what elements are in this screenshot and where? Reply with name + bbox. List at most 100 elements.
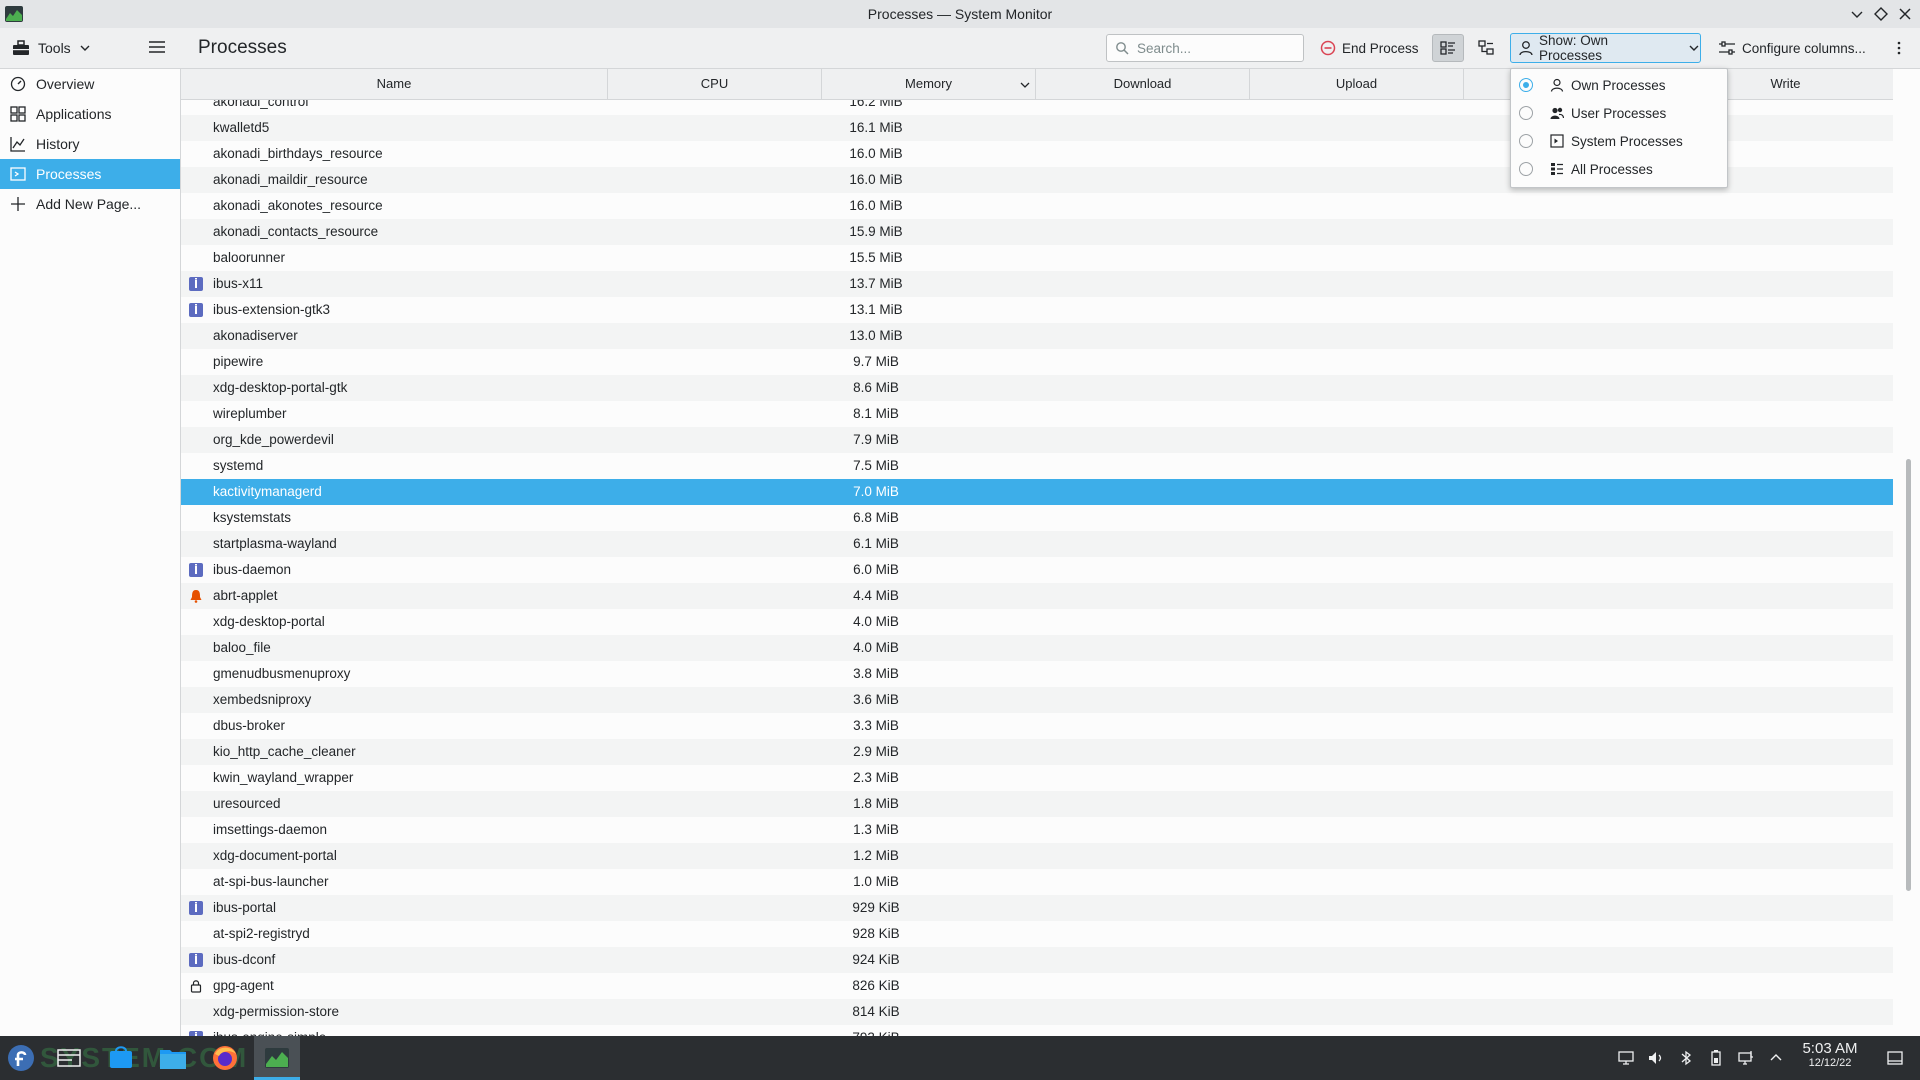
menu-item-all-processes[interactable]: All Processes (1511, 155, 1727, 183)
display-icon[interactable] (1617, 1049, 1635, 1067)
table-row[interactable]: xdg-document-portal 1.2 MiB (181, 843, 1893, 869)
table-row[interactable]: wireplumber 8.1 MiB (181, 401, 1893, 427)
sidebar-item-history[interactable]: History (0, 129, 180, 159)
table-row[interactable]: uresourced 1.8 MiB (181, 791, 1893, 817)
table-row[interactable]: abrt-applet 4.4 MiB (181, 583, 1893, 609)
firefox-icon[interactable] (208, 1042, 242, 1074)
table-row[interactable]: at-spi2-registryd 928 KiB (181, 921, 1893, 947)
table-row[interactable]: ibus-x11 13.7 MiB (181, 271, 1893, 297)
maximize-icon[interactable] (1872, 5, 1890, 23)
list-view-button[interactable] (1432, 34, 1464, 62)
menu-item-label: Own Processes (1571, 77, 1666, 93)
table-row[interactable]: xembedsniproxy 3.6 MiB (181, 687, 1893, 713)
process-name: ibus-engine-simple (213, 1025, 326, 1036)
process-memory: 3.8 MiB (853, 666, 899, 681)
bluetooth-icon[interactable] (1677, 1049, 1695, 1067)
end-process-button[interactable]: End Process (1314, 34, 1425, 62)
configure-columns-button[interactable]: Configure columns... (1712, 34, 1872, 62)
table-row[interactable]: ibus-dconf 924 KiB (181, 947, 1893, 973)
table-row[interactable]: xdg-desktop-portal-gtk 8.6 MiB (181, 375, 1893, 401)
show-desktop-icon[interactable] (1886, 1049, 1904, 1067)
tree-view-button[interactable] (1470, 34, 1502, 62)
table-row[interactable]: ibus-daemon 6.0 MiB (181, 557, 1893, 583)
table-row[interactable]: systemd 7.5 MiB (181, 453, 1893, 479)
process-name: at-spi2-registryd (213, 926, 310, 941)
table-row[interactable]: imsettings-daemon 1.3 MiB (181, 817, 1893, 843)
vertical-scrollbar[interactable] (1902, 69, 1916, 1036)
column-header-upload[interactable]: Upload (1250, 69, 1464, 99)
clock[interactable]: 5:03 AM 12/12/22 (1790, 1040, 1870, 1069)
table-row[interactable]: pipewire 9.7 MiB (181, 349, 1893, 375)
menu-item-label: User Processes (1571, 105, 1667, 121)
table-row[interactable]: at-spi-bus-launcher 1.0 MiB (181, 869, 1893, 895)
process-rows: akonadi_control 16.2 MiB kwalletd5 16.1 MiB… (181, 89, 1893, 1036)
column-header-download[interactable]: Download (1036, 69, 1250, 99)
table-row[interactable]: ibus-engine-simple 793 KiB (181, 1025, 1893, 1036)
minimize-icon[interactable] (1848, 5, 1866, 23)
column-header-cpu[interactable]: CPU (608, 69, 822, 99)
radio-unchecked[interactable] (1519, 106, 1533, 120)
table-row[interactable]: gmenudbusmenuproxy 3.8 MiB (181, 661, 1893, 687)
battery-icon[interactable] (1707, 1049, 1725, 1067)
table-row[interactable]: akonadi_akonotes_resource 16.0 MiB (181, 193, 1893, 219)
scrollbar-thumb[interactable] (1906, 459, 1911, 891)
menu-item-user-processes[interactable]: User Processes (1511, 99, 1727, 127)
sidebar-item-processes[interactable]: Processes (0, 159, 180, 189)
configure-columns-label: Configure columns... (1742, 40, 1866, 56)
column-header-name[interactable]: Name (181, 69, 608, 99)
radio-unchecked[interactable] (1519, 162, 1533, 176)
sidebar-item-applications[interactable]: Applications (0, 99, 180, 129)
menu-item-system-processes[interactable]: System Processes (1511, 127, 1727, 155)
process-name: baloorunner (213, 250, 286, 265)
table-row[interactable]: xdg-permission-store 814 KiB (181, 999, 1893, 1025)
sidebar: Overview Applications History Processes … (0, 69, 181, 1036)
process-memory: 2.9 MiB (853, 744, 899, 759)
radio-unchecked[interactable] (1519, 134, 1533, 148)
sidebar-item-overview[interactable]: Overview (0, 69, 180, 99)
table-row[interactable]: org_kde_powerdevil 7.9 MiB (181, 427, 1893, 453)
applications-icon (10, 106, 26, 122)
system-icon (1550, 134, 1564, 148)
table-row[interactable]: ibus-extension-gtk3 13.1 MiB (181, 297, 1893, 323)
abrt-icon (189, 589, 203, 603)
table-row[interactable]: baloorunner 15.5 MiB (181, 245, 1893, 271)
file-manager-icon[interactable] (156, 1042, 190, 1074)
radio-checked[interactable] (1519, 78, 1533, 92)
search-box[interactable] (1106, 34, 1304, 62)
table-row[interactable]: startplasma-wayland 6.1 MiB (181, 531, 1893, 557)
overflow-menu-icon[interactable] (1891, 40, 1907, 56)
table-row[interactable]: gpg-agent 826 KiB (181, 973, 1893, 999)
menu-item-own-processes[interactable]: Own Processes (1511, 71, 1727, 99)
hamburger-menu-icon[interactable] (148, 39, 166, 55)
table-row[interactable]: kwin_wayland_wrapper 2.3 MiB (181, 765, 1893, 791)
process-table: akonadi_control 16.2 MiB kwalletd5 16.1 MiB… (181, 69, 1893, 1036)
tools-menu-button[interactable]: Tools (12, 34, 91, 62)
fedora-launcher-icon[interactable] (4, 1042, 38, 1074)
table-row[interactable]: xdg-desktop-portal 4.0 MiB (181, 609, 1893, 635)
table-row[interactable]: dbus-broker 3.3 MiB (181, 713, 1893, 739)
sidebar-item-add-new-page[interactable]: Add New Page... (0, 189, 180, 219)
close-icon[interactable] (1896, 5, 1914, 23)
chevron-up-icon[interactable] (1767, 1049, 1785, 1067)
process-memory: 8.1 MiB (853, 406, 899, 421)
search-input[interactable] (1135, 39, 1299, 57)
users-icon (1550, 107, 1564, 119)
discover-store-icon[interactable] (104, 1042, 138, 1074)
show-processes-dropdown[interactable]: Show: Own Processes (1510, 33, 1701, 63)
sidebar-item-label: History (36, 136, 80, 152)
column-header-memory[interactable]: Memory (822, 69, 1036, 99)
ibus-icon (189, 277, 203, 291)
table-row[interactable]: ksystemstats 6.8 MiB (181, 505, 1893, 531)
table-row[interactable]: ibus-portal 929 KiB (181, 895, 1893, 921)
end-process-icon (1320, 40, 1336, 56)
pager-icon[interactable] (52, 1042, 86, 1074)
overview-icon (10, 76, 26, 92)
table-row[interactable]: akonadi_contacts_resource 15.9 MiB (181, 219, 1893, 245)
table-row[interactable]: kactivitymanagerd 7.0 MiB (181, 479, 1893, 505)
active-task-highlight[interactable] (254, 1036, 300, 1080)
network-icon[interactable] (1737, 1049, 1755, 1067)
table-row[interactable]: baloo_file 4.0 MiB (181, 635, 1893, 661)
table-row[interactable]: akonadiserver 13.0 MiB (181, 323, 1893, 349)
volume-icon[interactable] (1647, 1049, 1665, 1067)
table-row[interactable]: kio_http_cache_cleaner 2.9 MiB (181, 739, 1893, 765)
